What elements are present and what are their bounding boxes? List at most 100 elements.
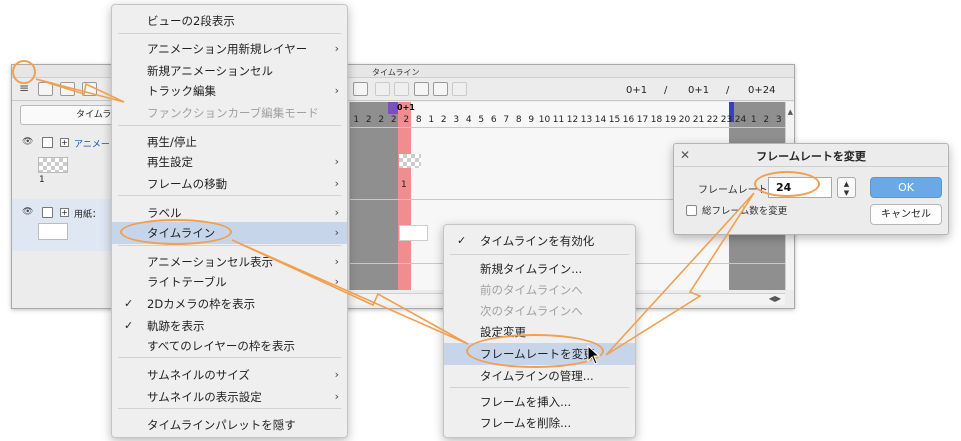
menu-item[interactable]: トラック編集 › — [112, 80, 347, 102]
menu-item-label: サムネイルの表示設定 — [147, 390, 262, 404]
playhead-label[interactable]: 0+1 — [397, 103, 415, 112]
frame-number[interactable]: 6 — [488, 115, 501, 125]
camera-icon[interactable] — [353, 82, 368, 96]
menu-item-label: 軌跡を表示 — [147, 319, 205, 333]
frame-number[interactable]: 4 — [463, 115, 476, 125]
frame-number[interactable]: 10 — [538, 115, 552, 125]
total-frames-label[interactable]: 総フレーム数を変更 — [702, 203, 787, 217]
frame-number[interactable]: 14 — [594, 115, 608, 125]
menu-item[interactable]: ビューの2段表示 — [112, 10, 347, 32]
delete-cel-icon[interactable] — [82, 82, 97, 96]
submenu-item-label: フレームを削除... — [480, 416, 572, 430]
menu-separator — [118, 33, 341, 34]
submenu-item-label: タイムラインを有効化 — [480, 234, 595, 248]
frame-number[interactable]: 1 — [425, 115, 438, 125]
submenu-item-label: フレームを挿入... — [480, 395, 572, 409]
menu-item[interactable]: すべてのレイヤーの枠を表示 — [112, 335, 347, 357]
frame-number[interactable]: 23 — [720, 115, 734, 125]
frame-number[interactable]: 12 — [566, 115, 580, 125]
pen-icon — [375, 82, 390, 96]
frame-number[interactable]: 2 — [388, 115, 401, 125]
chevron-right-icon: › — [334, 255, 339, 268]
visibility-eye-icon[interactable]: 👁 — [22, 207, 33, 217]
start-frame-readout: 0+1 — [688, 85, 710, 96]
onion-skin-icon[interactable] — [433, 82, 448, 96]
menu-item[interactable]: アニメーションセル表示 › — [112, 251, 347, 273]
frame-number[interactable]: 7 — [500, 115, 513, 125]
submenu-item-label: 新規タイムライン... — [480, 262, 583, 276]
menu-item-label: 2Dカメラの枠を表示 — [147, 297, 256, 311]
submenu-item[interactable]: 新規タイムライン... — [444, 258, 635, 280]
scroll-up-arrow-icon[interactable]: ▲ — [788, 108, 793, 116]
frame-number[interactable]: 19 — [664, 115, 678, 125]
submenu-item[interactable]: タイムラインの管理... — [444, 365, 635, 387]
cancel-button[interactable]: キャンセル — [870, 204, 942, 225]
menu-item[interactable]: ✓ 軌跡を表示 — [112, 315, 347, 337]
checkmark-icon: ✓ — [124, 297, 134, 310]
frame-number[interactable]: 21 — [692, 115, 706, 125]
frame-number[interactable]: 5 — [475, 115, 488, 125]
menu-item-label: 新規アニメーションセル — [147, 64, 274, 78]
frame-ruler[interactable]: 1 2 2 2 2 8 1 2 3 4 5 6 7 8 9 10 11 12 13 14 15 16 17 18 19 20 21 2… — [350, 115, 785, 127]
submenu-item[interactable]: ✓ タイムラインを有効化 — [444, 230, 635, 252]
framerate-stepper[interactable]: ▲▼ — [837, 177, 856, 198]
submenu-item[interactable]: フレームを挿入... — [444, 391, 635, 413]
submenu-item[interactable]: フレームを削除... — [444, 412, 635, 434]
menu-item[interactable]: 新規アニメーションセル — [112, 60, 347, 82]
frame-number[interactable]: 3 — [450, 115, 463, 125]
new-cel-icon[interactable] — [60, 82, 75, 96]
menu-item-label: ファンクションカーブ編集モード — [147, 106, 319, 120]
menu-item[interactable]: サムネイルの表示設定 › — [112, 386, 347, 408]
paper-frame-cell[interactable] — [399, 225, 428, 241]
cel-frame-thumbnail[interactable] — [399, 154, 421, 168]
chevron-right-icon: › — [334, 42, 339, 55]
menu-item[interactable]: アニメーション用新規レイヤー › — [112, 38, 347, 60]
visibility-eye-icon[interactable]: 👁 — [22, 137, 33, 147]
cel-thumbnail[interactable] — [38, 157, 68, 173]
expand-plus-icon[interactable]: + — [60, 138, 69, 147]
frame-number[interactable]: 2 — [363, 115, 376, 125]
menu-item[interactable]: タイムラインパレットを隠す — [112, 414, 347, 436]
menu-item[interactable]: 再生設定 › — [112, 151, 347, 173]
frame-number[interactable]: 11 — [552, 115, 566, 125]
frame-number[interactable]: 3 — [773, 115, 786, 125]
menu-item[interactable]: 再生/停止 — [112, 131, 347, 153]
menu-item[interactable]: サムネイルのサイズ › — [112, 364, 347, 386]
paper-thumbnail[interactable] — [38, 223, 68, 240]
stepper-arrows-icon[interactable]: ▲▼ — [843, 180, 851, 198]
frame-number[interactable]: 1 — [748, 115, 761, 125]
expand-plus-icon[interactable]: + — [60, 208, 69, 217]
pencil-icon — [452, 82, 467, 96]
frame-number[interactable]: 2 — [400, 115, 413, 125]
frame-number[interactable]: 9 — [525, 115, 538, 125]
palette-menu-icon[interactable]: ≡ — [16, 82, 32, 95]
frame-number[interactable]: 8 — [413, 115, 426, 125]
frame-number[interactable]: 2 — [438, 115, 451, 125]
frame-number[interactable]: 2 — [760, 115, 773, 125]
total-frames-checkbox[interactable] — [686, 205, 697, 216]
frame-number[interactable]: 17 — [636, 115, 650, 125]
lasso-icon[interactable] — [414, 82, 429, 96]
frame-number[interactable]: 15 — [608, 115, 622, 125]
layer-icon[interactable] — [38, 82, 53, 96]
menu-item-label: ビューの2段表示 — [147, 14, 235, 28]
frame-number[interactable]: 2 — [375, 115, 388, 125]
checkmark-icon: ✓ — [457, 234, 467, 247]
scroll-right-arrow-icon[interactable]: ◀▶ — [769, 294, 781, 303]
ok-button[interactable]: OK — [870, 177, 942, 198]
menu-item-label: ラベル — [147, 206, 182, 220]
menu-item[interactable]: ライトテーブル › — [112, 271, 347, 293]
frame-number[interactable]: 22 — [706, 115, 720, 125]
frame-number[interactable]: 20 — [678, 115, 692, 125]
frame-number[interactable]: 16 — [622, 115, 636, 125]
frame-number[interactable]: 24 — [734, 115, 748, 125]
menu-item[interactable]: ✓ 2Dカメラの枠を表示 — [112, 293, 347, 315]
cel-frame-label: 1 — [401, 180, 407, 190]
menu-item[interactable]: フレームの移動 › — [112, 173, 347, 195]
frame-number[interactable]: 8 — [513, 115, 526, 125]
layer-name[interactable]: アニメー — [74, 137, 110, 150]
frame-number[interactable]: 1 — [350, 115, 363, 125]
frame-number[interactable]: 18 — [650, 115, 664, 125]
frame-number[interactable]: 13 — [580, 115, 594, 125]
layer-name[interactable]: 用紙： — [74, 207, 101, 220]
